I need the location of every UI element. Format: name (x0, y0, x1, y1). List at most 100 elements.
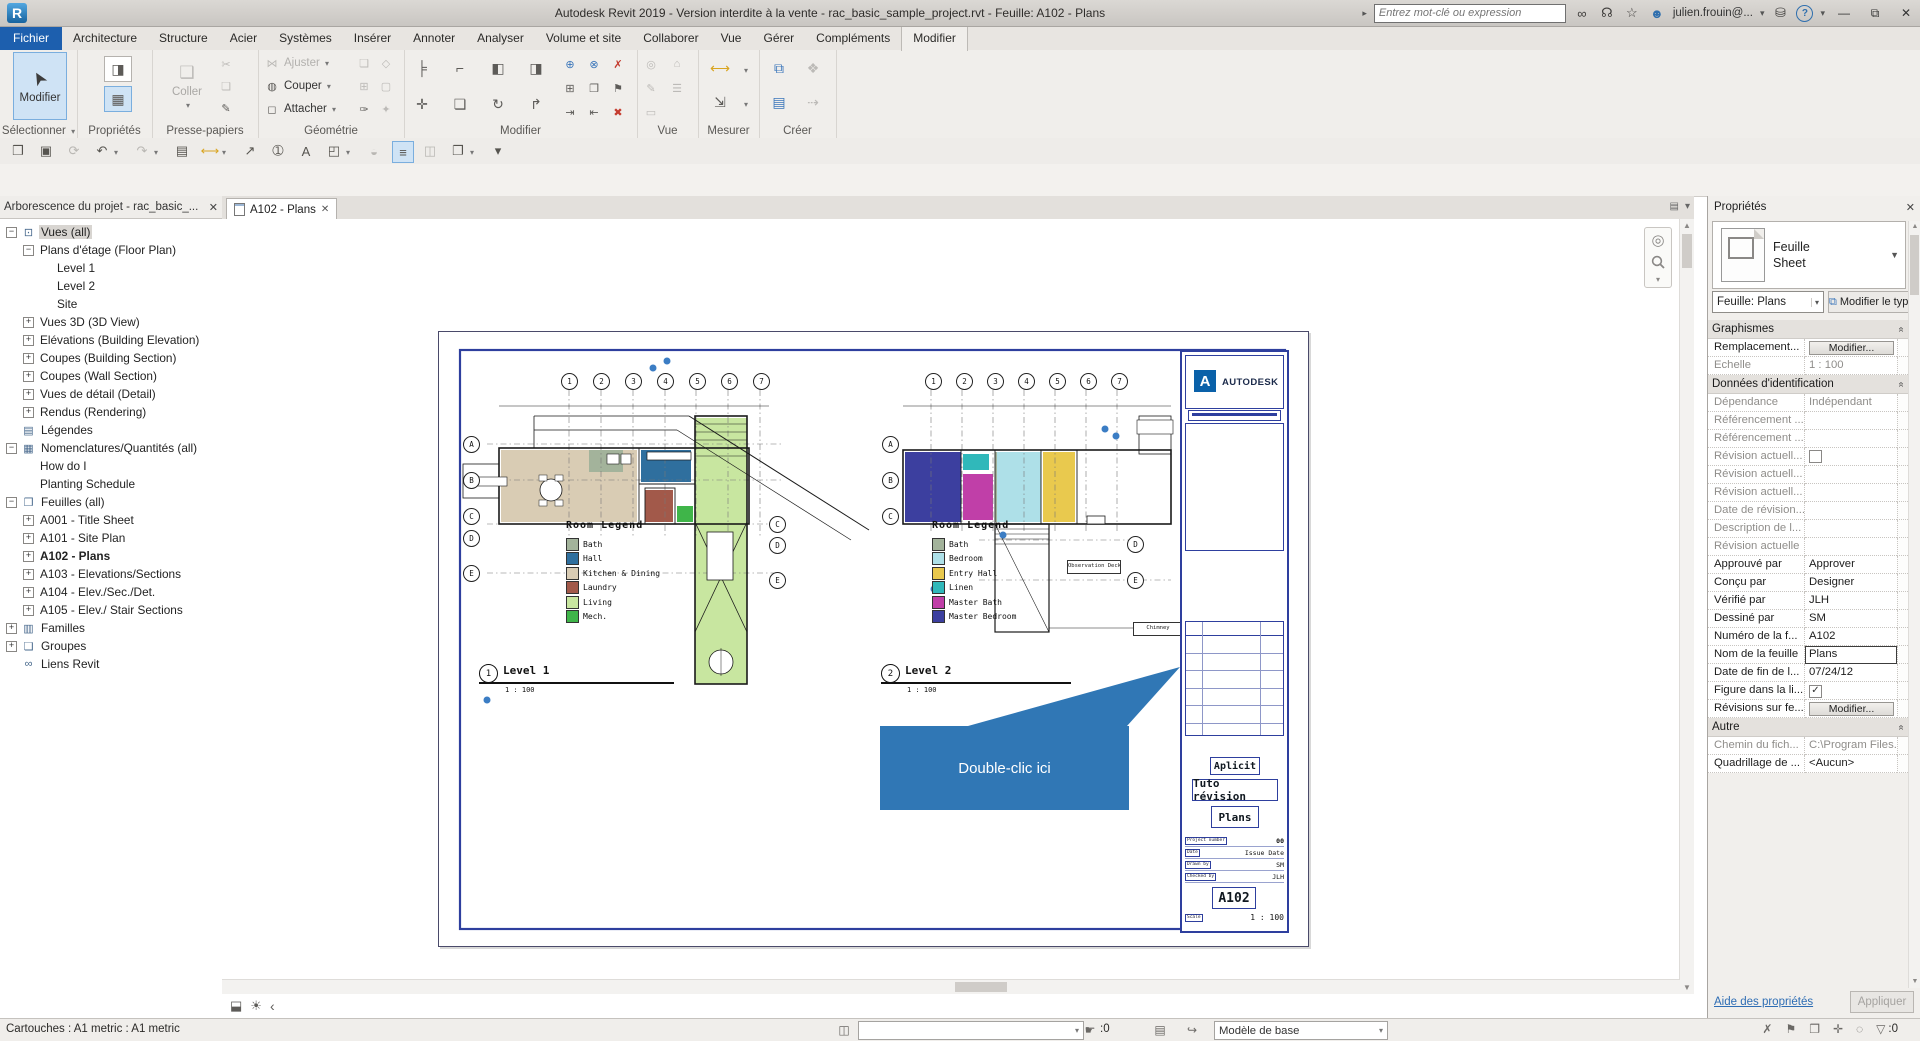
collapse-section-icon[interactable]: « (1896, 381, 1907, 387)
prop-scroll-down-icon[interactable]: ▼ (1909, 976, 1920, 988)
pin-icon[interactable]: ⚑ (1785, 1022, 1796, 1036)
tree-item-plans-d-tage-floor-plan[interactable]: −Plans d'étage (Floor Plan) (0, 241, 222, 259)
profile-icon[interactable]: ▢ (378, 78, 394, 94)
restore-button[interactable]: ⧉ (1863, 3, 1887, 23)
join-geometry-icon[interactable]: ◻ (264, 101, 280, 117)
tree-item-a103-elevations-sections[interactable]: +A103 - Elevations/Sections (0, 565, 222, 583)
ribbon-tab-collaborer[interactable]: Collaborer (632, 26, 709, 50)
modify-select-button[interactable]: ➤ Modifier (13, 52, 67, 120)
zoom-icon[interactable] (1651, 255, 1665, 269)
delete-icon[interactable]: ✖ (610, 104, 626, 120)
prop-section-donn-es-d-identification[interactable]: Données d'identification« (1708, 375, 1908, 394)
demolish-icon[interactable]: ◇ (378, 55, 394, 71)
ribbon-tab-modifier[interactable]: Modifier (901, 26, 968, 51)
type-properties-icon[interactable]: ▦ (104, 86, 132, 112)
expand-icon[interactable]: + (23, 389, 34, 400)
press-drag-select-icon[interactable]: ✗ (1762, 1022, 1772, 1036)
prop-value-r-vision-actuell[interactable] (1805, 484, 1897, 502)
tree-item-nomenclatures-quantit-s-all[interactable]: −▦Nomenclatures/Quantités (all) (0, 439, 222, 457)
tree-item-a102-plans[interactable]: +A102 - Plans (0, 547, 222, 565)
tree-item-el-vations-building-elevation[interactable]: +Elévations (Building Elevation) (0, 331, 222, 349)
copy-to-clipboard-icon[interactable]: ❏ (218, 78, 234, 94)
rotate-icon[interactable]: ↻ (488, 94, 508, 114)
drag-elements-icon[interactable]: ✛ (1833, 1022, 1843, 1036)
tree-item-rendus-rendering[interactable]: +Rendus (Rendering) (0, 403, 222, 421)
ribbon-tab-volume-et-site[interactable]: Volume et site (535, 26, 632, 50)
display-icon[interactable]: ⌂ (669, 56, 685, 72)
cut-geometry-label[interactable]: Couper ▾ (284, 80, 331, 92)
create-assembly-icon[interactable]: ▤ (769, 92, 789, 112)
copy-icon[interactable]: ❏ (450, 94, 470, 114)
prop-value-r-f-rencement[interactable] (1805, 412, 1897, 430)
offset-icon[interactable]: ⌐ (450, 58, 470, 78)
cut-geometry-icon[interactable]: ◍ (264, 78, 280, 94)
merge-icon[interactable]: ⊞ (356, 78, 372, 94)
help-caret-icon[interactable]: ▾ (1820, 8, 1825, 19)
tree-item-familles[interactable]: +▥Familles (0, 619, 222, 637)
create-similar-icon[interactable]: ❖ (803, 58, 823, 78)
view-tab-close-icon[interactable]: ✕ (321, 204, 329, 215)
view-tab-a102-plans[interactable]: A102 - Plans ✕ (226, 198, 337, 220)
prop-value-r-vision-actuell[interactable] (1805, 448, 1897, 466)
expand-icon[interactable]: + (6, 623, 17, 634)
prop-value-figure-dans-la-li[interactable]: ✓ (1805, 682, 1897, 700)
collapse-icon[interactable]: − (6, 227, 17, 238)
ribbon-tab-g-rer[interactable]: Gérer (752, 26, 805, 50)
revit-logo-icon[interactable]: R (7, 3, 27, 23)
scale-box-icon[interactable]: ⬓ (230, 998, 242, 1014)
favorites-star-icon[interactable]: ☆ (1623, 4, 1641, 22)
view-box-icon[interactable]: ▭ (643, 104, 659, 120)
match-properties-icon[interactable]: ✎ (218, 100, 234, 116)
communication-center-icon[interactable]: ☊ (1598, 4, 1616, 22)
prop-value-num-ro-de-la-f[interactable]: A102 (1805, 628, 1897, 646)
tree-item-how-do-i[interactable]: How do I (0, 457, 222, 475)
prop-edit-button[interactable]: Modifier... (1809, 702, 1894, 716)
ribbon-tab-architecture[interactable]: Architecture (62, 26, 148, 50)
prop-value-date-de-r-vision[interactable] (1805, 502, 1897, 520)
minimize-button[interactable]: — (1832, 3, 1856, 23)
ribbon-tab-analyser[interactable]: Analyser (466, 26, 535, 50)
search-input[interactable] (1374, 4, 1566, 23)
split-element-icon[interactable]: ⊕ (562, 56, 578, 72)
collapse-icon[interactable]: − (23, 245, 34, 256)
tree-item-planting-schedule[interactable]: Planting Schedule (0, 475, 222, 493)
measure-icon[interactable]: ⟷ (200, 141, 220, 161)
active-only-icon[interactable]: ↪ (1184, 1022, 1200, 1038)
undo-caret-icon[interactable]: ▾ (114, 148, 118, 157)
open-icon[interactable]: ❒ (8, 141, 28, 161)
prop-value-r-visions-sur-fe[interactable]: Modifier... (1805, 700, 1897, 718)
properties-close-icon[interactable]: ✕ (1906, 201, 1915, 214)
split-with-gap-icon[interactable]: ⊗ (586, 56, 602, 72)
redo-icon[interactable]: ↷ (132, 141, 152, 161)
apply-button[interactable]: Appliquer (1850, 991, 1914, 1013)
cope-label[interactable]: Ajuster ▾ (284, 57, 329, 69)
prop-scroll-thumb[interactable] (1910, 235, 1919, 295)
hammer-icon[interactable]: ✦ (378, 101, 394, 117)
prop-scroll-up-icon[interactable]: ▲ (1909, 221, 1920, 233)
prop-edit-button[interactable]: Modifier... (1809, 341, 1894, 355)
close-hidden-windows-icon[interactable]: ◫ (420, 141, 440, 161)
prop-value-dessin-par[interactable]: SM (1805, 610, 1897, 628)
expand-icon[interactable]: + (23, 605, 34, 616)
collapse-icon[interactable]: − (6, 497, 17, 508)
expand-icon[interactable]: + (23, 533, 34, 544)
measure2-caret-icon[interactable]: ▾ (738, 96, 754, 112)
ribbon-tab-fichier[interactable]: Fichier (0, 26, 62, 50)
tag-by-category-icon[interactable]: ➀ (268, 141, 288, 161)
design-option-dropdown[interactable]: Modèle de base▾ (1214, 1021, 1388, 1040)
expand-icon[interactable]: + (23, 515, 34, 526)
measure-caret-icon[interactable]: ▾ (738, 62, 754, 78)
close-button[interactable]: ✕ (1894, 3, 1918, 23)
type-selector[interactable]: Feuille Sheet ▼ (1712, 221, 1906, 289)
extend-multiple-icon[interactable]: ⇤ (586, 104, 602, 120)
prop-value-description-de-l[interactable] (1805, 520, 1897, 538)
measure-between-icon[interactable]: ⇲ (710, 92, 730, 112)
pin-icon[interactable]: ⚑ (610, 80, 626, 96)
filter-icon[interactable]: ▽ (1876, 1022, 1885, 1036)
properties-palette-icon[interactable]: ◨ (104, 56, 132, 82)
filter-combo[interactable]: Feuille: Plans▾ (1712, 291, 1824, 313)
aligned-dimension-icon[interactable]: ↗ (240, 141, 260, 161)
paint-icon[interactable]: ✑ (356, 101, 372, 117)
editable-only-icon[interactable]: ☛ (1082, 1022, 1098, 1038)
prop-value-quadrillage-de[interactable]: <Aucun> (1805, 755, 1897, 773)
